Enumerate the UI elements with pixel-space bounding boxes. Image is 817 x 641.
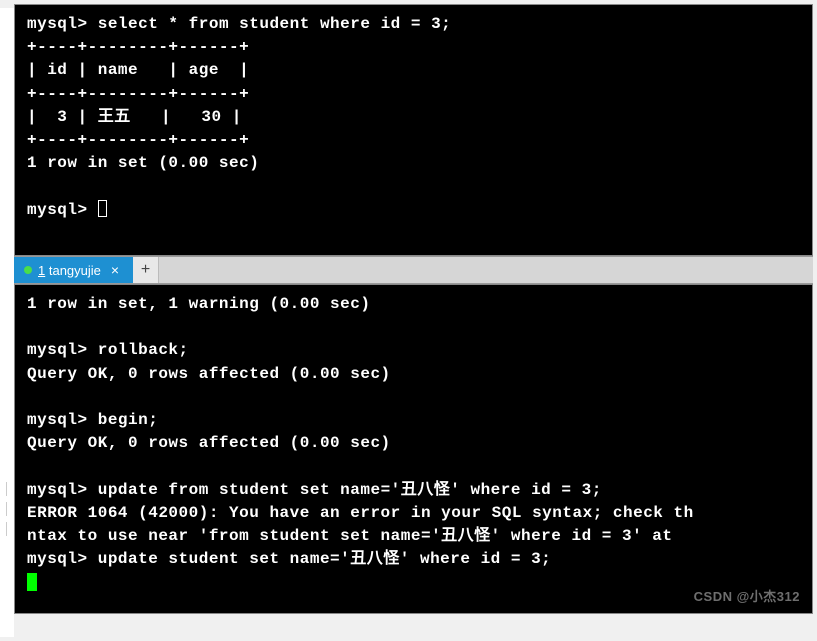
gutter-mark xyxy=(6,522,7,536)
sql-command-begin: begin; xyxy=(98,411,159,429)
error-message-line: ntax to use near 'from student set name=… xyxy=(27,527,683,545)
watermark-text: CSDN @小杰312 xyxy=(694,588,800,607)
sql-query-select: select * from student where id = 3; xyxy=(98,15,452,33)
editor-left-gutter xyxy=(0,8,14,637)
table-border: +----+--------+------+ xyxy=(27,85,249,103)
sql-command-update: update student set name='丑八怪' where id =… xyxy=(98,550,552,568)
mysql-prompt: mysql> xyxy=(27,341,88,359)
mysql-prompt: mysql> xyxy=(27,201,88,219)
terminal-cursor xyxy=(98,200,107,217)
mysql-prompt: mysql> xyxy=(27,481,88,499)
tab-label: tangyujie xyxy=(49,263,101,278)
tab-close-button[interactable]: × xyxy=(107,262,123,278)
result-message: 1 row in set (0.00 sec) xyxy=(27,154,259,172)
gutter-mark xyxy=(6,482,7,496)
table-border: +----+--------+------+ xyxy=(27,38,249,56)
gutter-mark xyxy=(6,502,7,516)
terminal-cursor-active xyxy=(27,573,37,591)
table-border: +----+--------+------+ xyxy=(27,131,249,149)
mysql-prompt: mysql> xyxy=(27,15,88,33)
tab-number: 1 xyxy=(38,263,45,278)
tab-add-button[interactable]: + xyxy=(133,257,159,283)
tab-tangyujie[interactable]: 1 tangyujie × xyxy=(14,257,133,283)
query-ok-message: Query OK, 0 rows affected (0.00 sec) xyxy=(27,434,391,452)
mysql-prompt: mysql> xyxy=(27,411,88,429)
sql-command-rollback: rollback; xyxy=(98,341,189,359)
terminal-tab-bar: 1 tangyujie × + xyxy=(14,256,813,284)
table-data-row: | 3 | 王五 | 30 | xyxy=(27,108,242,126)
sql-command-update-error: update from student set name='丑八怪' where… xyxy=(98,481,602,499)
terminal-pane-bottom[interactable]: 1 row in set, 1 warning (0.00 sec) mysql… xyxy=(14,284,813,614)
query-ok-message: Query OK, 0 rows affected (0.00 sec) xyxy=(27,365,391,383)
result-message: 1 row in set, 1 warning (0.00 sec) xyxy=(27,295,370,313)
mysql-prompt: mysql> xyxy=(27,550,88,568)
terminal-pane-top[interactable]: mysql> select * from student where id = … xyxy=(14,4,813,256)
table-header-row: | id | name | age | xyxy=(27,61,249,79)
error-message-line: ERROR 1064 (42000): You have an error in… xyxy=(27,504,694,522)
status-dot-icon xyxy=(24,266,32,274)
